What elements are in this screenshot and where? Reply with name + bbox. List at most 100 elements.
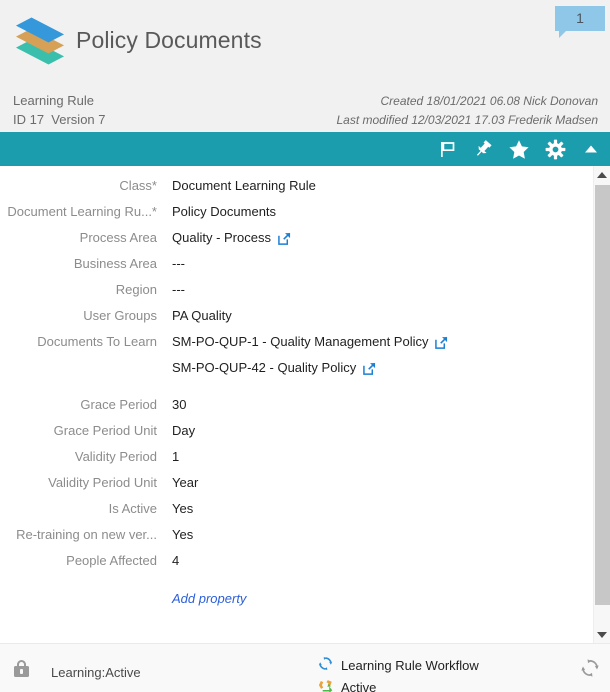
- property-row: Document Learning Ru...* Policy Documents: [0, 204, 585, 230]
- object-meta-right: Created 18/01/2021 06.08 Nick Donovan La…: [337, 92, 599, 130]
- property-value: ---: [172, 282, 185, 297]
- property-row: Region ---: [0, 282, 585, 308]
- property-value: Day: [172, 423, 195, 438]
- property-label: Validity Period: [74, 449, 157, 464]
- policy-documents-window: 1 Policy Documents Learning Rule ID 17 V…: [0, 0, 610, 692]
- object-id-version-label: ID 17 Version 7: [13, 112, 106, 127]
- property-value: Policy Documents: [172, 204, 276, 219]
- gear-icon[interactable]: [544, 138, 566, 160]
- property-value[interactable]: SM-PO-QUP-1 - Quality Management Policy: [172, 334, 448, 349]
- workflow-state-row[interactable]: Active: [318, 676, 479, 692]
- workflow-block: Learning Rule Workflow Active: [318, 654, 479, 692]
- scrollbar-thumb[interactable]: [595, 185, 610, 605]
- add-property-link[interactable]: Add property: [172, 591, 246, 606]
- external-link-icon[interactable]: [363, 362, 376, 375]
- property-value-text: Document Learning Rule: [172, 178, 316, 193]
- window-header: 1 Policy Documents Learning Rule ID 17 V…: [0, 0, 610, 132]
- status-bar: Learning:Active Learning Rule Workflow A…: [0, 643, 610, 692]
- property-label: Re-training on new ver...: [16, 527, 157, 542]
- property-value-text: PA Quality: [172, 308, 232, 323]
- chevron-up-icon[interactable]: [580, 138, 602, 160]
- property-value-text: 4: [172, 553, 180, 568]
- property-label: Grace Period: [80, 397, 157, 412]
- property-value-text: ---: [172, 282, 185, 297]
- property-label: Validity Period Unit: [48, 475, 157, 490]
- property-label: Is Active: [108, 501, 157, 516]
- scroll-down-button[interactable]: [594, 626, 610, 643]
- workflow-state-label: Active: [341, 679, 377, 692]
- property-value-text: Yes: [172, 527, 194, 542]
- property-row: Grace Period 30: [0, 397, 585, 423]
- property-row: Is Active Yes: [0, 501, 585, 527]
- workflow-refresh-icon: [318, 656, 333, 674]
- star-icon[interactable]: [508, 138, 530, 160]
- property-row: Re-training on new ver... Yes: [0, 527, 585, 553]
- last-modified-label: Last modified 12/03/2021 17.03 Frederik …: [336, 113, 599, 127]
- flag-icon[interactable]: [436, 138, 458, 160]
- property-label: Process Area: [79, 230, 157, 245]
- property-value[interactable]: SM-PO-QUP-42 - Quality Policy: [172, 360, 376, 375]
- property-value: 1: [172, 449, 179, 464]
- property-row: Grace Period Unit Day: [0, 423, 585, 449]
- page-title: Policy Documents: [76, 27, 262, 53]
- state-transition-icon: [318, 678, 333, 692]
- property-row: Process Area Quality - Process: [0, 230, 585, 256]
- external-link-icon[interactable]: [278, 232, 291, 245]
- property-value: ---: [172, 256, 185, 271]
- scroll-up-button[interactable]: [594, 166, 610, 183]
- lock-icon: [14, 660, 29, 677]
- property-row: SM-PO-QUP-42 - Quality Policy: [0, 360, 585, 386]
- property-value[interactable]: Quality - Process: [172, 230, 291, 245]
- property-panel: Class* Document Learning Rule Document Lea…: [0, 166, 610, 643]
- state-label: Learning:Active: [51, 665, 141, 680]
- property-label: Class*: [119, 178, 157, 193]
- workflow-row[interactable]: Learning Rule Workflow: [318, 654, 479, 676]
- property-value-text: Policy Documents: [172, 204, 277, 219]
- property-label: Business Area: [73, 256, 157, 271]
- chevron-down-icon: [597, 631, 607, 638]
- workflow-name-label: Learning Rule Workflow: [341, 657, 479, 673]
- notification-badge[interactable]: 1: [555, 6, 605, 31]
- property-value-text: Year: [172, 475, 199, 490]
- property-row: People Affected 4: [0, 553, 585, 579]
- object-type-label: Learning Rule: [13, 93, 94, 108]
- object-meta-left: Learning Rule ID 17 Version 7: [13, 91, 106, 129]
- stacked-layers-icon: [15, 17, 65, 65]
- property-row: User Groups PA Quality: [0, 308, 585, 334]
- action-toolbar: [0, 132, 610, 166]
- external-link-icon[interactable]: [435, 336, 448, 349]
- property-row: Business Area ---: [0, 256, 585, 282]
- property-value-text: Yes: [172, 501, 194, 516]
- property-value: Yes: [172, 527, 193, 542]
- notification-badge-tail: [559, 31, 566, 38]
- property-value-text: 1: [172, 449, 180, 464]
- property-value: Yes: [172, 501, 193, 516]
- property-label: People Affected: [66, 553, 157, 568]
- property-value: 4: [172, 553, 179, 568]
- property-row: Validity Period 1: [0, 449, 585, 475]
- property-value-text: ---: [172, 256, 185, 271]
- property-label: User Groups: [83, 308, 157, 323]
- property-label: Documents To Learn: [37, 334, 157, 349]
- property-value: Document Learning Rule: [172, 178, 316, 193]
- property-row: Documents To Learn SM-PO-QUP-1 - Quality …: [0, 334, 585, 360]
- created-label: Created 18/01/2021 06.08 Nick Donovan: [380, 94, 598, 108]
- property-value: Year: [172, 475, 198, 490]
- property-row: Class* Document Learning Rule: [0, 178, 585, 204]
- property-label: Document Learning Ru...*: [7, 204, 157, 219]
- vertical-scrollbar[interactable]: [593, 166, 610, 643]
- property-value-text: Quality - Process: [172, 230, 271, 245]
- property-value-text: SM-PO-QUP-42 - Quality Policy: [172, 360, 357, 375]
- property-value-text: Day: [172, 423, 196, 438]
- property-row: Validity Period Unit Year: [0, 475, 585, 501]
- property-label: Grace Period Unit: [53, 423, 157, 438]
- property-value-text: SM-PO-QUP-1 - Quality Management Policy: [172, 334, 429, 349]
- property-list: Class* Document Learning Rule Document Lea…: [0, 166, 585, 608]
- chevron-up-icon: [597, 171, 607, 178]
- property-value: 30: [172, 397, 186, 412]
- refresh-circular-icon[interactable]: [580, 658, 600, 678]
- property-label: Region: [115, 282, 157, 297]
- pin-icon[interactable]: [472, 138, 494, 160]
- property-value-text: 30: [172, 397, 187, 412]
